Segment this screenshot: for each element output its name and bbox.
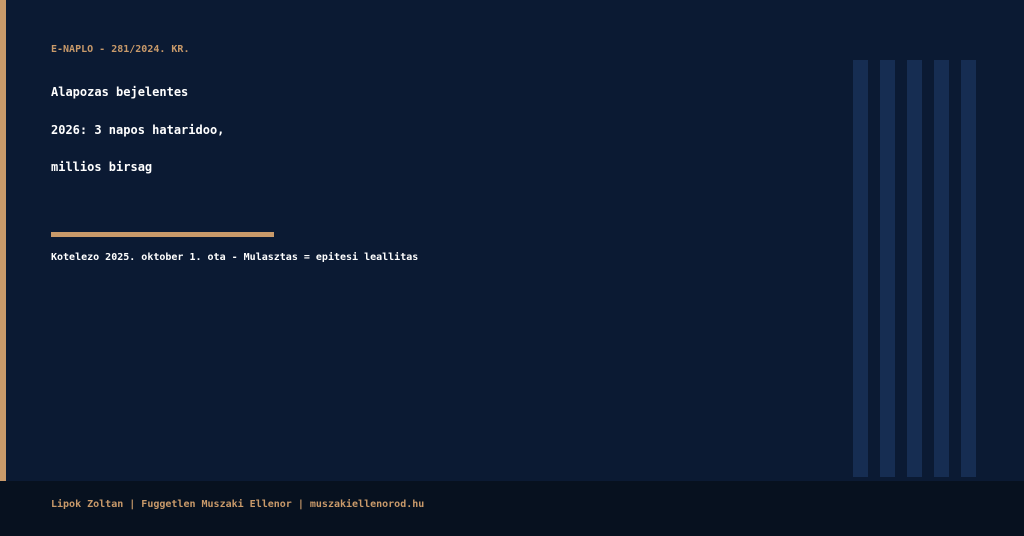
kicker-label: E-NAPLO - 281/2024. KR. [51, 44, 190, 55]
left-accent-bar [0, 0, 6, 481]
footer: Lipok Zoltan | Fuggetlen Muszaki Ellenor… [0, 481, 1024, 536]
stripe [853, 60, 868, 477]
headline-line-2: 2026: 3 napos hataridoo, [51, 122, 225, 137]
headline-line-3: millios birsag [51, 160, 153, 174]
stripe [961, 60, 976, 477]
footer-credit: Lipok Zoltan | Fuggetlen Muszaki Ellenor… [51, 499, 425, 510]
stripe [880, 60, 895, 477]
accent-divider [51, 232, 274, 237]
headline-line-1: Alapozas bejelentes [51, 85, 189, 99]
decorative-stripes [853, 60, 976, 477]
subtext: Kotelezo 2025. oktober 1. ota - Mulaszta… [51, 252, 419, 263]
stripe [934, 60, 949, 477]
headline: Alapozas bejelentes 2026: 3 napos hatari… [51, 84, 224, 197]
stripe [907, 60, 922, 477]
